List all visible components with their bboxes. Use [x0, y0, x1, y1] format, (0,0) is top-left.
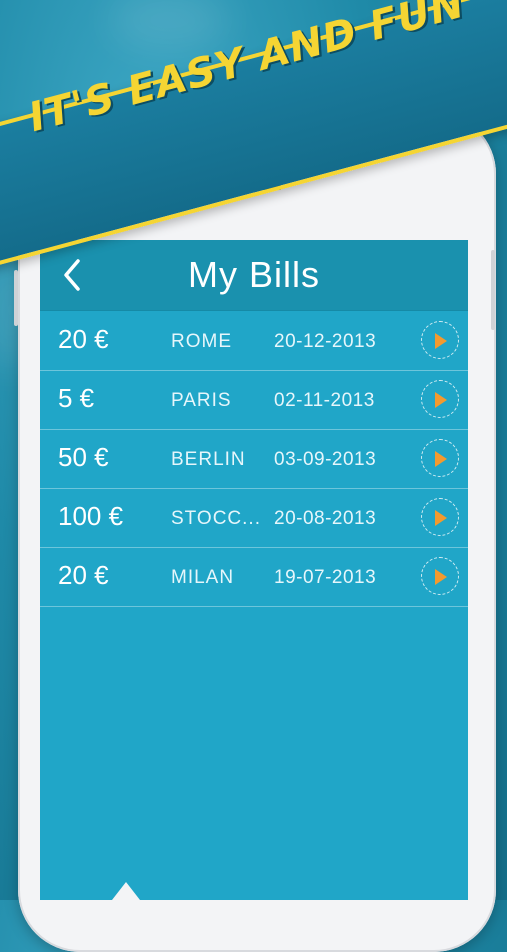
open-bill-button[interactable] [421, 380, 459, 418]
bill-city: STOCC... [171, 508, 261, 529]
open-bill-button[interactable] [421, 557, 459, 595]
open-bill-button[interactable] [421, 321, 459, 359]
bill-date: 02-11-2013 [274, 390, 375, 411]
side-button [14, 270, 18, 326]
bill-amount: 100 € [58, 501, 124, 531]
bill-city: ROME [171, 331, 232, 352]
bill-date: 20-12-2013 [274, 331, 377, 352]
bill-city: PARIS [171, 390, 232, 411]
bill-amount: 20 € [58, 324, 109, 354]
side-button [491, 250, 495, 330]
list-item[interactable]: 5 € PARIS 02-11-2013 [40, 371, 468, 430]
app-screen: My Bills 20 € ROME 20-12-2013 5 € PARIS … [40, 240, 468, 900]
background-glow [110, 0, 230, 50]
play-arrow-icon [435, 451, 447, 467]
play-arrow-icon [435, 569, 447, 585]
tab-indicator [112, 882, 140, 900]
bill-date: 19-07-2013 [274, 567, 377, 588]
navigation-bar: My Bills [40, 240, 468, 311]
bill-amount: 5 € [58, 383, 95, 413]
open-bill-button[interactable] [421, 439, 459, 477]
open-bill-button[interactable] [421, 498, 459, 536]
bills-list: 20 € ROME 20-12-2013 5 € PARIS 02-11-201… [40, 312, 468, 607]
play-arrow-icon [435, 333, 447, 349]
bill-date: 20-08-2013 [274, 508, 377, 529]
bill-city: BERLIN [171, 449, 246, 470]
list-item[interactable]: 20 € ROME 20-12-2013 [40, 312, 468, 371]
bill-city: MILAN [171, 567, 235, 588]
page-title: My Bills [188, 254, 320, 295]
list-item[interactable]: 50 € BERLIN 03-09-2013 [40, 430, 468, 489]
bill-amount: 50 € [58, 442, 109, 472]
bill-date: 03-09-2013 [274, 449, 377, 470]
list-item[interactable]: 20 € MILAN 19-07-2013 [40, 548, 468, 607]
bill-amount: 20 € [58, 560, 109, 590]
list-item[interactable]: 100 € STOCC... 20-08-2013 [40, 489, 468, 548]
play-arrow-icon [435, 510, 447, 526]
play-arrow-icon [435, 392, 447, 408]
